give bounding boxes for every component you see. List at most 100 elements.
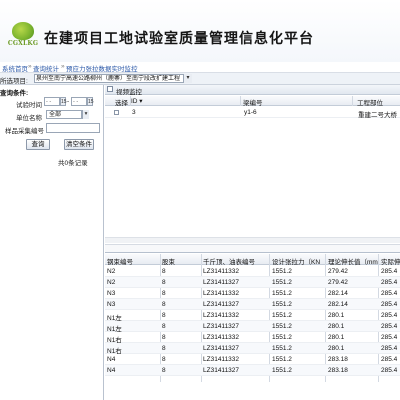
logo-text: CGXLKG	[7, 40, 39, 47]
calendar-icon[interactable]: 15	[60, 97, 67, 106]
breadcrumb-current: 预应力张拉数据实时监控	[66, 66, 138, 73]
project-label: 所选项目:	[0, 78, 28, 85]
cell-jack-code: LZ31411327	[203, 345, 240, 352]
table-row[interactable]: N1左 8 LZ31411332 1551.2 280.1 285.4	[105, 310, 400, 322]
cell-actual-elongation: 285.4	[381, 279, 398, 286]
panel-splitter[interactable]	[105, 244, 400, 253]
cell-actual-elongation: 285.4	[381, 301, 398, 308]
column-design-force[interactable]: 设计张拉力（KN	[272, 256, 320, 266]
cell-strand-count: 8	[162, 301, 166, 308]
column-beam-code[interactable]: 梁编号	[243, 97, 263, 107]
table-row[interactable]: N1右 8 LZ31411332 1551.2 280.1 285.4	[105, 332, 400, 344]
cell-design-force: 1551.2	[272, 345, 292, 352]
column-part[interactable]: 工程部位	[357, 97, 383, 107]
project-select[interactable]: 泉州至南宁高速公路柳州（鹿寨）至南宁段改扩建工程	[34, 74, 192, 83]
app-header: CGXLKG 在建项目工地试验室质量管理信息化平台	[0, 0, 400, 62]
cell-actual-elongation: 285.4	[381, 345, 398, 352]
table-row[interactable]: N4 8 LZ31411327 1551.2 283.18 285.4	[105, 365, 400, 376]
table-row[interactable]: 3 y1-6 重建二号大桥	[105, 107, 400, 119]
breadcrumb-query-link[interactable]: 查询统计	[33, 63, 59, 73]
row-checkbox[interactable]	[114, 110, 119, 115]
cell-theory-elongation: 283.18	[328, 367, 348, 374]
column-strand-code[interactable]: 钢束编号	[107, 256, 133, 266]
cell-strand-code: N3	[107, 301, 116, 308]
leaf-logo-icon	[12, 22, 34, 40]
cell-design-force: 1551.2	[272, 356, 292, 363]
cell-jack-code: LZ31411327	[203, 279, 240, 286]
cell-strand-code: N2	[107, 268, 116, 275]
project-bar: 所选项目: 泉州至南宁高速公路柳州（鹿寨）至南宁段改扩建工程 ▾	[0, 73, 400, 85]
breadcrumb-home-link[interactable]: 系统首页	[2, 63, 28, 73]
record-count: 共0条记录	[58, 160, 88, 167]
cell-theory-elongation: 282.14	[328, 301, 348, 308]
table-row[interactable]: N4 8 LZ31411332 1551.2 283.18 285.4	[105, 354, 400, 365]
horizontal-scrollbar[interactable]	[105, 237, 400, 243]
cell-design-force: 1551.2	[272, 279, 292, 286]
cell-jack-code: LZ31411332	[203, 312, 240, 319]
column-strand-count[interactable]: 股束	[162, 256, 175, 266]
table-row[interactable]: N3 8 LZ31411327 1551.2 282.14 285.4	[105, 299, 400, 310]
cell-actual-elongation: 285.4	[381, 356, 398, 363]
chevron-down-icon[interactable]: ▾	[82, 110, 89, 119]
bottom-grid-header: 钢束编号 股束 千斤顶、油表编号 设计张拉力（KN 理论伸长值（mm 实际伸	[105, 254, 400, 266]
grid-empty-area	[105, 382, 400, 400]
breadcrumb-separator-icon: »	[61, 63, 65, 70]
table-row[interactable]: N1左 8 LZ31411327 1551.2 280.1 285.4	[105, 321, 400, 333]
calendar-icon[interactable]: 15	[87, 97, 94, 106]
chevron-down-icon[interactable]: ▾	[183, 74, 192, 83]
cell-theory-elongation: 282.14	[328, 290, 348, 297]
app-logo: CGXLKG	[6, 22, 40, 52]
video-camera-icon[interactable]	[107, 86, 113, 92]
cell-actual-elongation: 285.4	[381, 323, 398, 330]
cell-strand-code: N4	[107, 356, 116, 363]
cell-jack-code: LZ31411332	[203, 356, 240, 363]
cell-theory-elongation: 279.42	[328, 268, 348, 275]
sample-code-input[interactable]	[46, 123, 100, 133]
date-from-input[interactable]: - -	[44, 97, 60, 106]
table-row[interactable]: N2 8 LZ31411327 1551.2 279.42 285.4	[105, 277, 400, 288]
table-row[interactable]: N3 8 LZ31411332 1551.2 282.14 285.4	[105, 288, 400, 299]
video-panel-header: 视频监控	[105, 85, 400, 96]
cell-strand-code: N4	[107, 367, 116, 374]
table-row[interactable]: N1右 8 LZ31411327 1551.2 280.1 285.4	[105, 343, 400, 355]
cell-theory-elongation: 280.1	[328, 345, 345, 352]
cell-actual-elongation: 285.4	[381, 367, 398, 374]
cell-actual-elongation: 285.4	[381, 312, 398, 319]
cell-jack-code: LZ31411327	[203, 301, 240, 308]
cell-theory-elongation: 280.1	[328, 334, 345, 341]
app-title: 在建项目工地试验室质量管理信息化平台	[44, 31, 314, 47]
column-select[interactable]: 选择	[115, 97, 128, 107]
unit-select[interactable]: 全部	[46, 110, 82, 119]
breadcrumb-separator-icon: »	[28, 63, 32, 70]
cell-strand-code: N2	[107, 279, 116, 286]
row-beam-code: y1-6	[244, 109, 257, 116]
cell-design-force: 1551.2	[272, 323, 292, 330]
column-id[interactable]: ID ▾	[131, 97, 143, 105]
column-divider	[352, 96, 353, 106]
video-panel-title[interactable]: 视频监控	[116, 86, 142, 96]
cell-actual-elongation: 285.4	[381, 290, 398, 297]
cell-actual-elongation: 285.4	[381, 268, 398, 275]
cell-strand-count: 8	[162, 312, 166, 319]
filter-title: 查询条件:	[0, 90, 29, 97]
date-to-input[interactable]: - -	[71, 97, 87, 106]
cell-design-force: 1551.2	[272, 367, 292, 374]
date-label: 试验时间	[16, 102, 42, 109]
date-range-separator: -	[67, 98, 70, 105]
cell-strand-count: 8	[162, 367, 166, 374]
cell-theory-elongation: 279.42	[328, 279, 348, 286]
cell-jack-code: LZ31411327	[203, 367, 240, 374]
breadcrumb: 系统首页 » 查询统计 » 预应力张拉数据实时监控	[0, 62, 400, 73]
cell-strand-count: 8	[162, 334, 166, 341]
table-row[interactable]: N2 8 LZ31411332 1551.2 279.42 285.4	[105, 266, 400, 277]
query-button[interactable]: 查询	[26, 139, 50, 150]
column-jack-code[interactable]: 千斤顶、油表编号	[203, 256, 255, 266]
clear-filters-button[interactable]: 清空条件	[64, 139, 94, 150]
cell-strand-code: N3	[107, 290, 116, 297]
top-grid-header: 选择 ID ▾ 梁编号 工程部位	[105, 96, 400, 107]
unit-label: 单位名称	[16, 115, 42, 122]
column-actual-elongation[interactable]: 实际伸	[381, 256, 400, 266]
cell-jack-code: LZ31411332	[203, 334, 240, 341]
cell-actual-elongation: 285.4	[381, 334, 398, 341]
column-theory-elongation[interactable]: 理论伸长值（mm	[328, 256, 378, 266]
